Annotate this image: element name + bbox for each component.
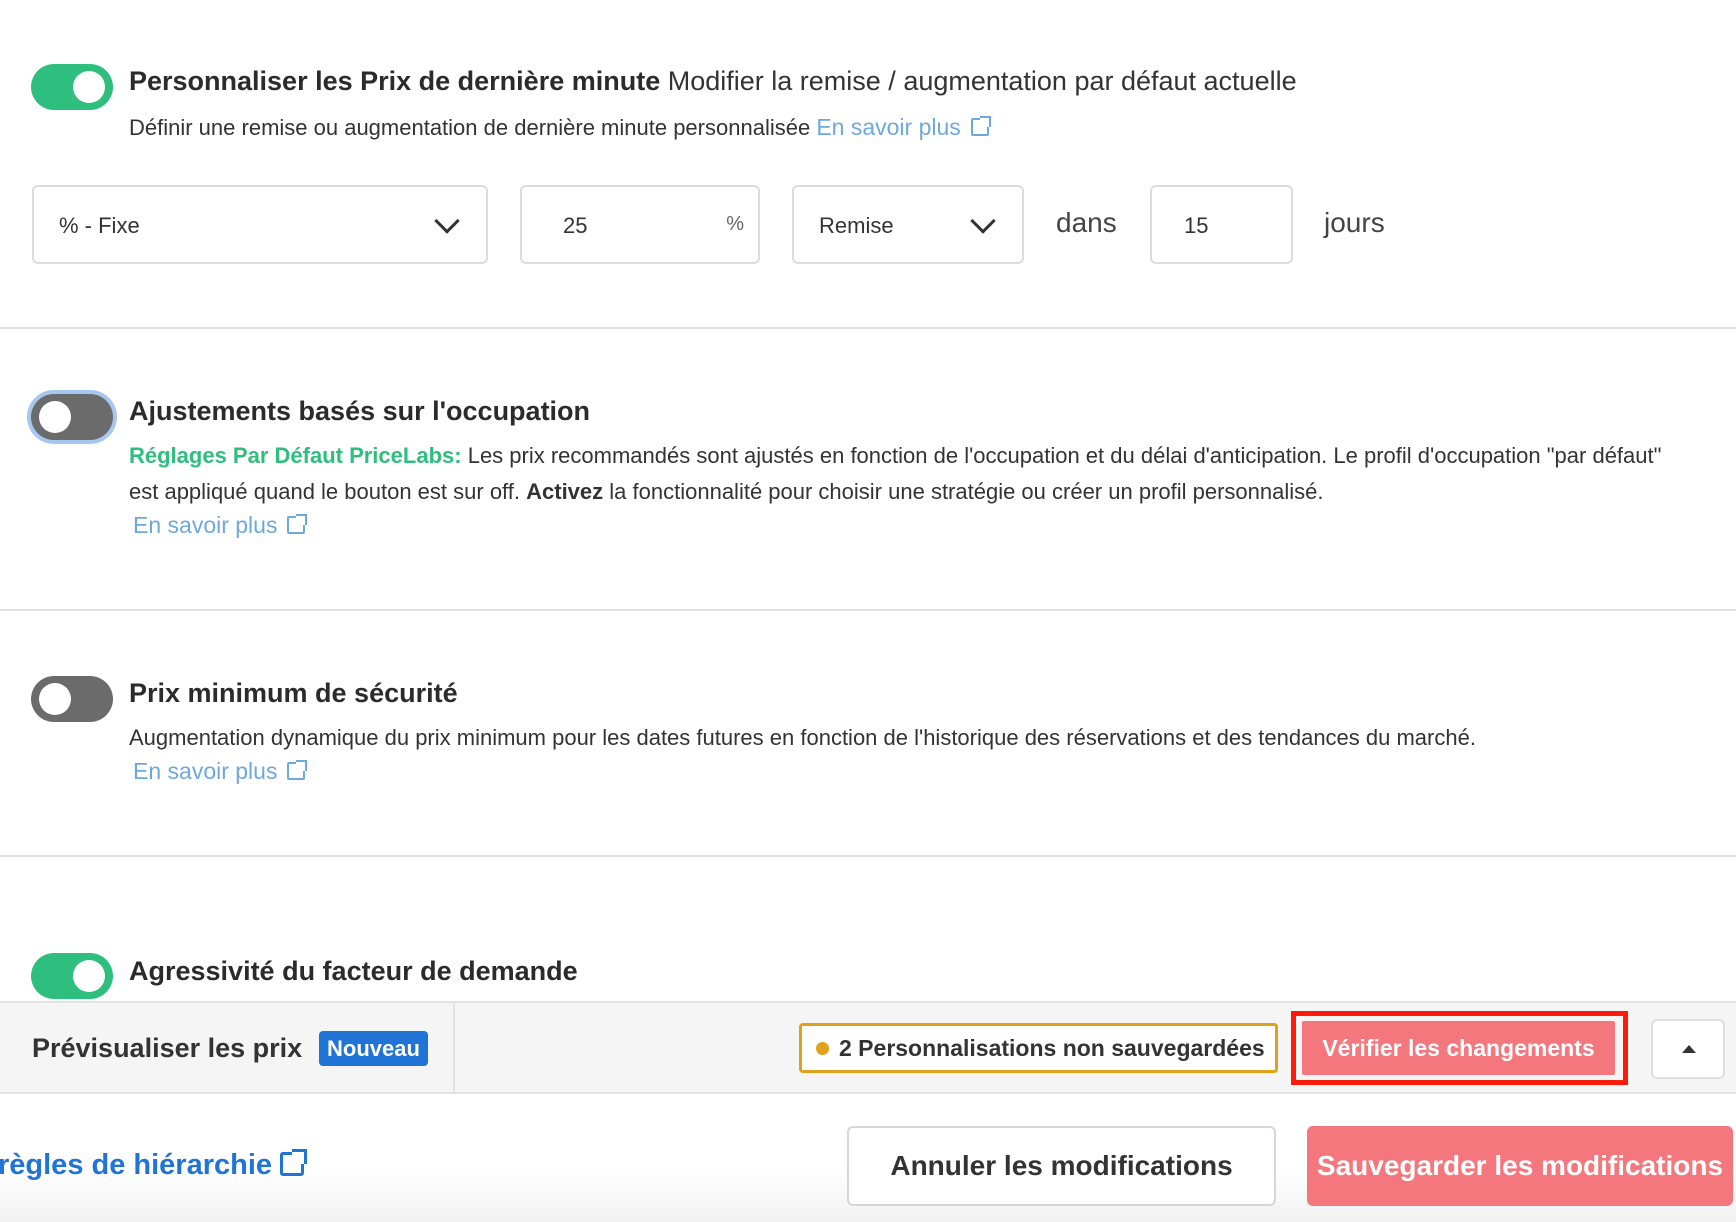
footer-bar: règles de hiérarchie Annuler les modific… (0, 1094, 1736, 1222)
min-safety-toggle[interactable] (31, 676, 113, 722)
occupancy-title-row: Ajustements basés sur l'occupation (129, 396, 590, 427)
unsaved-changes-text: 2 Personnalisations non sauvegardées (839, 1035, 1265, 1061)
toggle-knob (73, 960, 105, 992)
activate-word: Activez (526, 479, 604, 504)
occupancy-learn-more-link[interactable]: En savoir plus (133, 512, 308, 539)
external-link-icon (287, 514, 308, 534)
section-divider (0, 855, 1736, 857)
cancel-changes-button[interactable]: Annuler les modifications (847, 1126, 1276, 1206)
external-link-icon (970, 116, 991, 136)
percent-unit: % (726, 213, 744, 235)
days-label: jours (1324, 207, 1385, 238)
learn-more-label: En savoir plus (133, 512, 278, 538)
hierarchy-rules-link[interactable]: règles de hiérarchie (0, 1149, 308, 1182)
amount-input[interactable]: 25 % (520, 185, 760, 264)
save-changes-button[interactable]: Sauvegarder les modifications (1307, 1126, 1733, 1206)
discount-type-select[interactable]: % - Fixe (32, 185, 488, 264)
amount-value: 25 (563, 213, 588, 238)
min-safety-title: Prix minimum de sécurité (129, 678, 458, 708)
external-link-icon (287, 760, 308, 780)
caret-up-icon (1682, 1045, 1696, 1053)
demand-title: Agressivité du facteur de demande (129, 956, 578, 986)
external-link-icon (280, 1149, 308, 1176)
min-safety-learn-more-link[interactable]: En savoir plus (133, 758, 308, 785)
min-safety-title-row: Prix minimum de sécurité (129, 678, 458, 709)
verify-changes-button[interactable]: Vérifier les changements (1302, 1021, 1615, 1075)
bar-separator (453, 1003, 455, 1096)
occupancy-toggle[interactable] (31, 394, 113, 440)
direction-select[interactable]: Remise (792, 185, 1024, 264)
days-input[interactable]: 15 (1150, 185, 1293, 264)
within-label: dans (1056, 207, 1117, 238)
last-minute-subtitle: Modifier la remise / augmentation par dé… (667, 66, 1297, 96)
last-minute-title: Personnaliser les Prix de dernière minut… (129, 66, 661, 96)
last-minute-toggle[interactable] (31, 64, 113, 110)
last-minute-title-row: Personnaliser les Prix de dernière minut… (129, 66, 1297, 97)
highlight-box: Vérifier les changements (1291, 1011, 1628, 1085)
learn-more-label: En savoir plus (133, 758, 278, 784)
pricelabs-default-label: Réglages Par Défaut PriceLabs: (129, 443, 462, 468)
days-value: 15 (1184, 213, 1209, 238)
min-safety-description: Augmentation dynamique du prix minimum p… (129, 725, 1476, 750)
demand-title-row: Agressivité du facteur de demande (129, 956, 578, 987)
chevron-down-icon (434, 208, 460, 234)
unsaved-changes-badge: 2 Personnalisations non sauvegardées (799, 1023, 1278, 1073)
occupancy-description-2: la fonctionnalité pour choisir une strat… (609, 479, 1324, 504)
discount-type-value: % - Fixe (59, 213, 140, 238)
occupancy-description: Réglages Par Défaut PriceLabs: Les prix … (129, 438, 1689, 510)
section-divider (0, 327, 1736, 329)
demand-toggle[interactable] (31, 953, 113, 999)
direction-value: Remise (819, 213, 894, 238)
toggle-knob (73, 71, 105, 103)
preview-bar: Prévisualiser les prix Nouveau 2 Personn… (0, 1001, 1736, 1096)
section-divider (0, 609, 1736, 611)
occupancy-title: Ajustements basés sur l'occupation (129, 396, 591, 426)
toggle-knob (39, 683, 71, 715)
expand-up-button[interactable] (1651, 1019, 1725, 1079)
last-minute-description: Définir une remise ou augmentation de de… (129, 115, 811, 140)
toggle-knob (39, 401, 71, 433)
new-badge: Nouveau (319, 1031, 428, 1066)
chevron-down-icon (970, 208, 996, 234)
last-minute-learn-more-link[interactable]: En savoir plus (816, 114, 991, 140)
last-minute-description-row: Définir une remise ou augmentation de de… (129, 109, 991, 146)
learn-more-label: En savoir plus (816, 114, 961, 140)
hierarchy-rules-label: règles de hiérarchie (0, 1149, 273, 1181)
warning-dot-icon (816, 1042, 829, 1055)
preview-prices-label[interactable]: Prévisualiser les prix (32, 1033, 302, 1064)
